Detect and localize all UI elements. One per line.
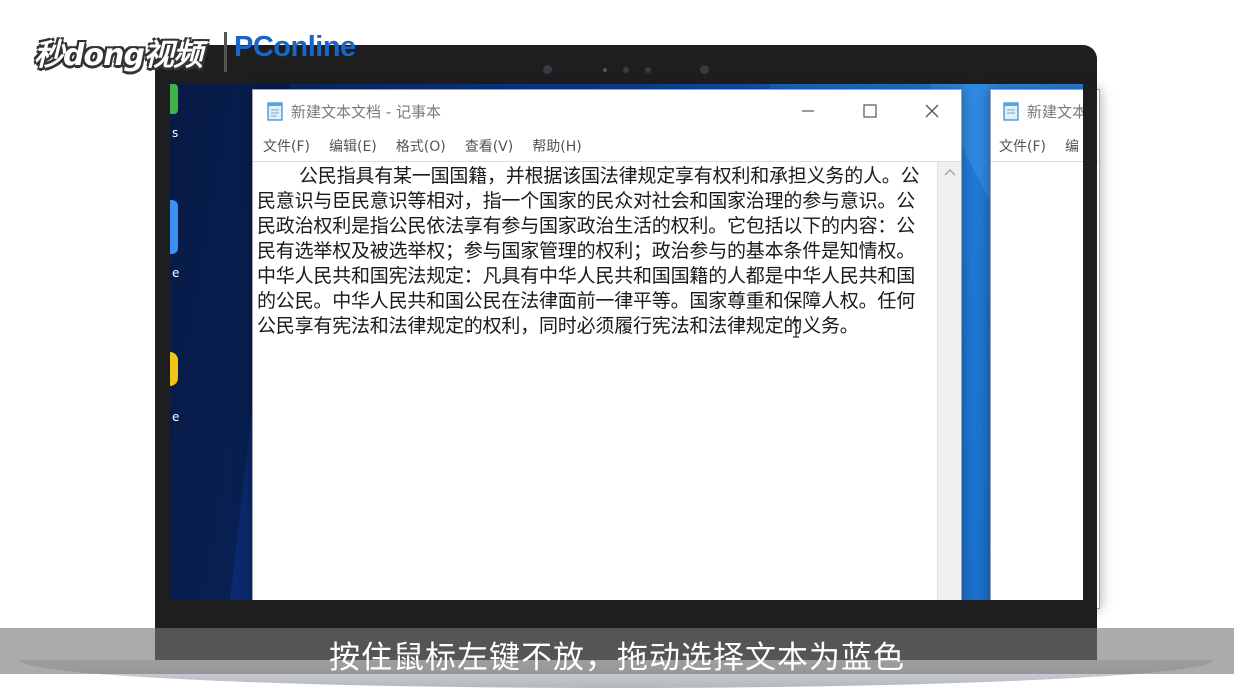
camera-lens [623, 67, 629, 73]
text-cursor-icon [793, 320, 799, 338]
camera-sensor-mid [645, 67, 651, 73]
desktop-icon-label: e [172, 410, 180, 424]
desktop-icon-label: s [172, 126, 179, 140]
notepad-title: 新建文本 [1027, 103, 1088, 121]
menu-edit[interactable]: 编 [1065, 136, 1079, 156]
maximize-icon [863, 104, 877, 118]
subtitle-bar: 按住鼠标左键不放，拖动选择文本为蓝色 [0, 628, 1234, 676]
scroll-up-arrow-icon[interactable] [938, 164, 962, 182]
subtitle-text: 按住鼠标左键不放，拖动选择文本为蓝色 [329, 640, 905, 676]
menu-format[interactable]: 格式(O) [396, 136, 446, 156]
notepad-titlebar[interactable]: 新建文本文档 - 记事本 [253, 90, 961, 132]
watermark: 秒dong视频 PConline [34, 30, 394, 76]
camera-sensor-left [543, 65, 552, 74]
camera-sensor-right [700, 65, 709, 74]
menu-edit[interactable]: 编辑(E) [329, 136, 377, 156]
menu-file[interactable]: 文件(F) [263, 136, 310, 156]
laptop-bezel-right [1083, 84, 1097, 644]
notepad-title: 新建文本文档 - 记事本 [291, 103, 441, 121]
notepad-content[interactable]: 公民指具有某一国国籍，并根据该国法律规定享有权利和承担义务的人。公民意识与臣民意… [257, 164, 929, 339]
close-button[interactable] [901, 90, 963, 132]
vertical-scrollbar[interactable] [937, 162, 961, 608]
notepad-window[interactable]: 新建文本文档 - 记事本 文件(F) 编辑(E) 格式(O) 查看(V) 帮助(… [252, 89, 962, 609]
notepad-app-icon [1003, 102, 1019, 121]
minimize-button[interactable] [777, 90, 839, 132]
desktop-icon-yellow[interactable] [170, 352, 178, 386]
laptop-bezel-bottom [155, 600, 1097, 628]
desktop-icon-green[interactable] [170, 84, 178, 114]
menu-view[interactable]: 查看(V) [465, 136, 514, 156]
camera-indicator [603, 68, 607, 72]
notepad-menubar: 文件(F) 编辑(E) 格式(O) 查看(V) 帮助(H) [253, 132, 961, 160]
minimize-icon [802, 110, 814, 112]
logo-divider [224, 32, 227, 72]
notepad-text-area[interactable]: 公民指具有某一国国籍，并根据该国法律规定享有权利和承担义务的人。公民意识与臣民意… [253, 161, 961, 608]
close-icon [925, 104, 939, 118]
menu-help[interactable]: 帮助(H) [532, 136, 581, 156]
miaodong-logo: 秒dong视频 [34, 38, 203, 73]
pconline-logo: PConline [234, 31, 356, 63]
notepad-app-icon [267, 102, 283, 121]
maximize-button[interactable] [839, 90, 901, 132]
menu-file[interactable]: 文件(F) [999, 136, 1046, 156]
video-frame: s e e 新建文本文档 - 记事本 文件(F) 编辑(E) 格式(O) 查看(… [0, 0, 1234, 688]
desktop-icon-blue[interactable] [170, 200, 178, 254]
desktop-icon-label: e [172, 266, 180, 280]
